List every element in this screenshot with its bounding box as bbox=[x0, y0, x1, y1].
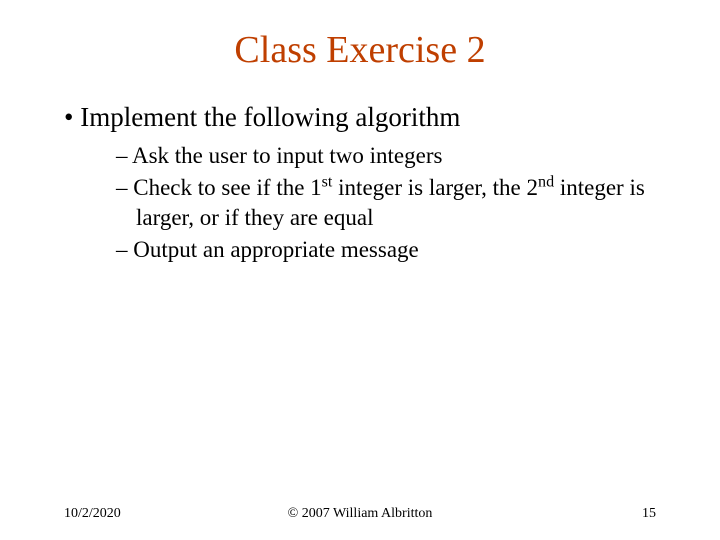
slide-title: Class Exercise 2 bbox=[64, 28, 656, 72]
footer-date: 10/2/2020 bbox=[64, 506, 261, 522]
sub2-sup2: nd bbox=[538, 173, 554, 190]
footer: 10/2/2020 © 2007 William Albritton 15 bbox=[64, 506, 656, 522]
sub-bullet-3: Output an appropriate message bbox=[116, 235, 656, 265]
sub2-sup1: st bbox=[322, 173, 333, 190]
main-bullet: Implement the following algorithm bbox=[64, 100, 656, 135]
footer-copyright: © 2007 William Albritton bbox=[261, 506, 458, 522]
slide-container: Class Exercise 2 Implement the following… bbox=[0, 0, 720, 540]
sub2-mid: integer is larger, the 2 bbox=[332, 175, 538, 200]
sub-bullet-list: Ask the user to input two integers Check… bbox=[116, 141, 656, 265]
footer-page-number: 15 bbox=[459, 506, 656, 522]
sub-bullet-2: Check to see if the 1st integer is large… bbox=[116, 173, 656, 233]
sub2-pre: Check to see if the 1 bbox=[133, 175, 321, 200]
sub-bullet-1: Ask the user to input two integers bbox=[116, 141, 656, 171]
